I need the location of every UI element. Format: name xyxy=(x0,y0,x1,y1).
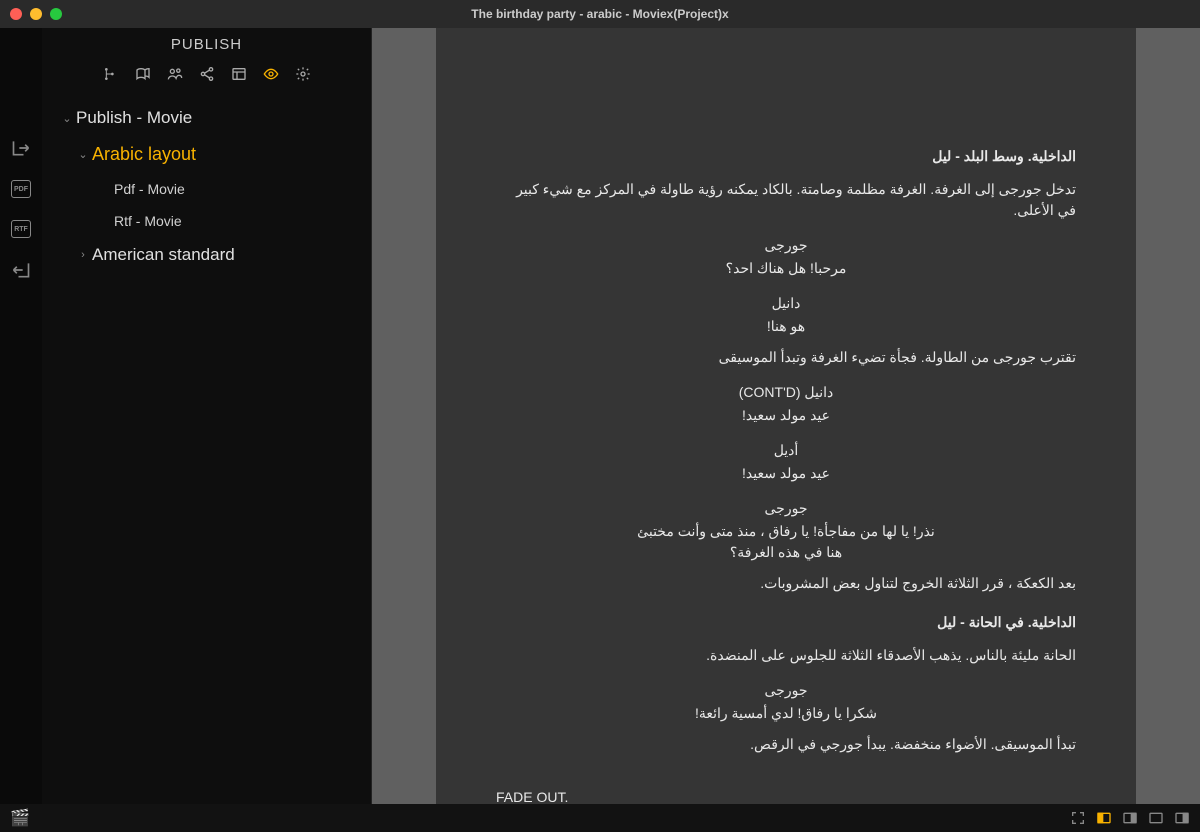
character-name: جورجى xyxy=(496,680,1076,701)
action-text: تقترب جورجى من الطاولة. فجأة تضيء الغرفة… xyxy=(496,347,1076,368)
tree-pdf-label: Pdf - Movie xyxy=(114,181,185,197)
character-name: أديل xyxy=(496,440,1076,461)
tree-rtf-label: Rtf - Movie xyxy=(114,213,182,229)
chevron-down-icon: ⌄ xyxy=(76,148,90,161)
share-icon[interactable] xyxy=(199,66,215,82)
character-name: جورجى xyxy=(496,235,1076,256)
tree-american-label: American standard xyxy=(92,245,235,265)
tree-icon[interactable] xyxy=(103,66,119,82)
document-viewport[interactable]: الداخلية. وسط البلد - ليل تدخل جورجى إلى… xyxy=(372,28,1200,804)
chevron-down-icon: ⌄ xyxy=(60,112,74,125)
dialogue-text: شكرا يا رفاق! لدي أمسية رائعة! xyxy=(636,703,936,724)
panel-right-icon[interactable] xyxy=(1122,810,1138,826)
character-name: جورجى xyxy=(496,498,1076,519)
bottombar: 🎬 xyxy=(0,804,1200,832)
sidebar-header: PUBLISH xyxy=(42,28,371,60)
character-name: دانيل xyxy=(496,293,1076,314)
book-icon[interactable] xyxy=(135,66,151,82)
pdf-icon[interactable]: PDF xyxy=(11,180,31,198)
panel-left-icon[interactable] xyxy=(1096,810,1112,826)
script-page: الداخلية. وسط البلد - ليل تدخل جورجى إلى… xyxy=(436,28,1136,804)
window-title: The birthday party - arabic - Moviex(Pro… xyxy=(0,7,1200,21)
action-text: بعد الكعكة ، قرر الثلاثة الخروج لتناول ب… xyxy=(496,573,1076,594)
publish-tree: ⌄ Publish - Movie ⌄ Arabic layout Pdf - … xyxy=(42,96,371,277)
dialogue-text: عيد مولد سعيد! xyxy=(636,463,936,484)
tree-root-label: Publish - Movie xyxy=(76,108,192,128)
minimize-window-button[interactable] xyxy=(30,8,42,20)
tree-arabic-label: Arabic layout xyxy=(92,144,196,165)
scene-heading: الداخلية. وسط البلد - ليل xyxy=(496,146,1076,167)
dialogue-text: هو هنا! xyxy=(636,316,936,337)
tree-root[interactable]: ⌄ Publish - Movie xyxy=(54,100,359,136)
sidebar: PUBLISH ⌄ Publish - Movie ⌄ Arabic layou… xyxy=(42,28,372,804)
users-icon[interactable] xyxy=(167,66,183,82)
rtf-icon[interactable]: RTF xyxy=(11,220,31,238)
panel-single-icon[interactable] xyxy=(1148,810,1164,826)
dialogue-text: مرحبا! هل هناك احد؟ xyxy=(636,258,936,279)
character-name: دانيل (CONT'D) xyxy=(496,382,1076,403)
gear-icon[interactable] xyxy=(295,66,311,82)
transition-text: FADE OUT. xyxy=(496,787,1076,804)
sidebar-toolbar xyxy=(42,60,371,96)
dialogue-text: عيد مولد سعيد! xyxy=(636,405,936,426)
tree-arabic-layout[interactable]: ⌄ Arabic layout xyxy=(54,136,359,173)
left-rail: PDF RTF xyxy=(0,28,42,804)
fullscreen-icon[interactable] xyxy=(1070,810,1086,826)
maximize-window-button[interactable] xyxy=(50,8,62,20)
tree-pdf-movie[interactable]: Pdf - Movie xyxy=(54,173,359,205)
clapper-icon[interactable]: 🎬 xyxy=(10,808,30,828)
layout-icon[interactable] xyxy=(231,66,247,82)
bottom-icon-group xyxy=(1070,810,1190,826)
action-text: تدخل جورجى إلى الغرفة. الغرفة مظلمة وصام… xyxy=(496,179,1076,221)
dialogue-text: نذر! يا لها من مفاجأة! يا رفاق ، منذ متى… xyxy=(636,521,936,563)
window-controls xyxy=(0,8,62,20)
export-icon[interactable] xyxy=(11,138,31,158)
sidebar-title: PUBLISH xyxy=(171,36,242,53)
eye-icon[interactable] xyxy=(263,66,279,82)
action-text: الحانة مليئة بالناس. يذهب الأصدقاء الثلا… xyxy=(496,645,1076,666)
tree-american-standard[interactable]: › American standard xyxy=(54,237,359,273)
action-text: تبدأ الموسيقى. الأضواء منخفضة. يبدأ جورج… xyxy=(496,734,1076,755)
import-icon[interactable] xyxy=(11,260,31,280)
close-window-button[interactable] xyxy=(10,8,22,20)
tree-rtf-movie[interactable]: Rtf - Movie xyxy=(54,205,359,237)
panel-split-icon[interactable] xyxy=(1174,810,1190,826)
titlebar: The birthday party - arabic - Moviex(Pro… xyxy=(0,0,1200,28)
scene-heading: الداخلية. في الحانة - ليل xyxy=(496,612,1076,633)
chevron-right-icon: › xyxy=(76,249,90,261)
